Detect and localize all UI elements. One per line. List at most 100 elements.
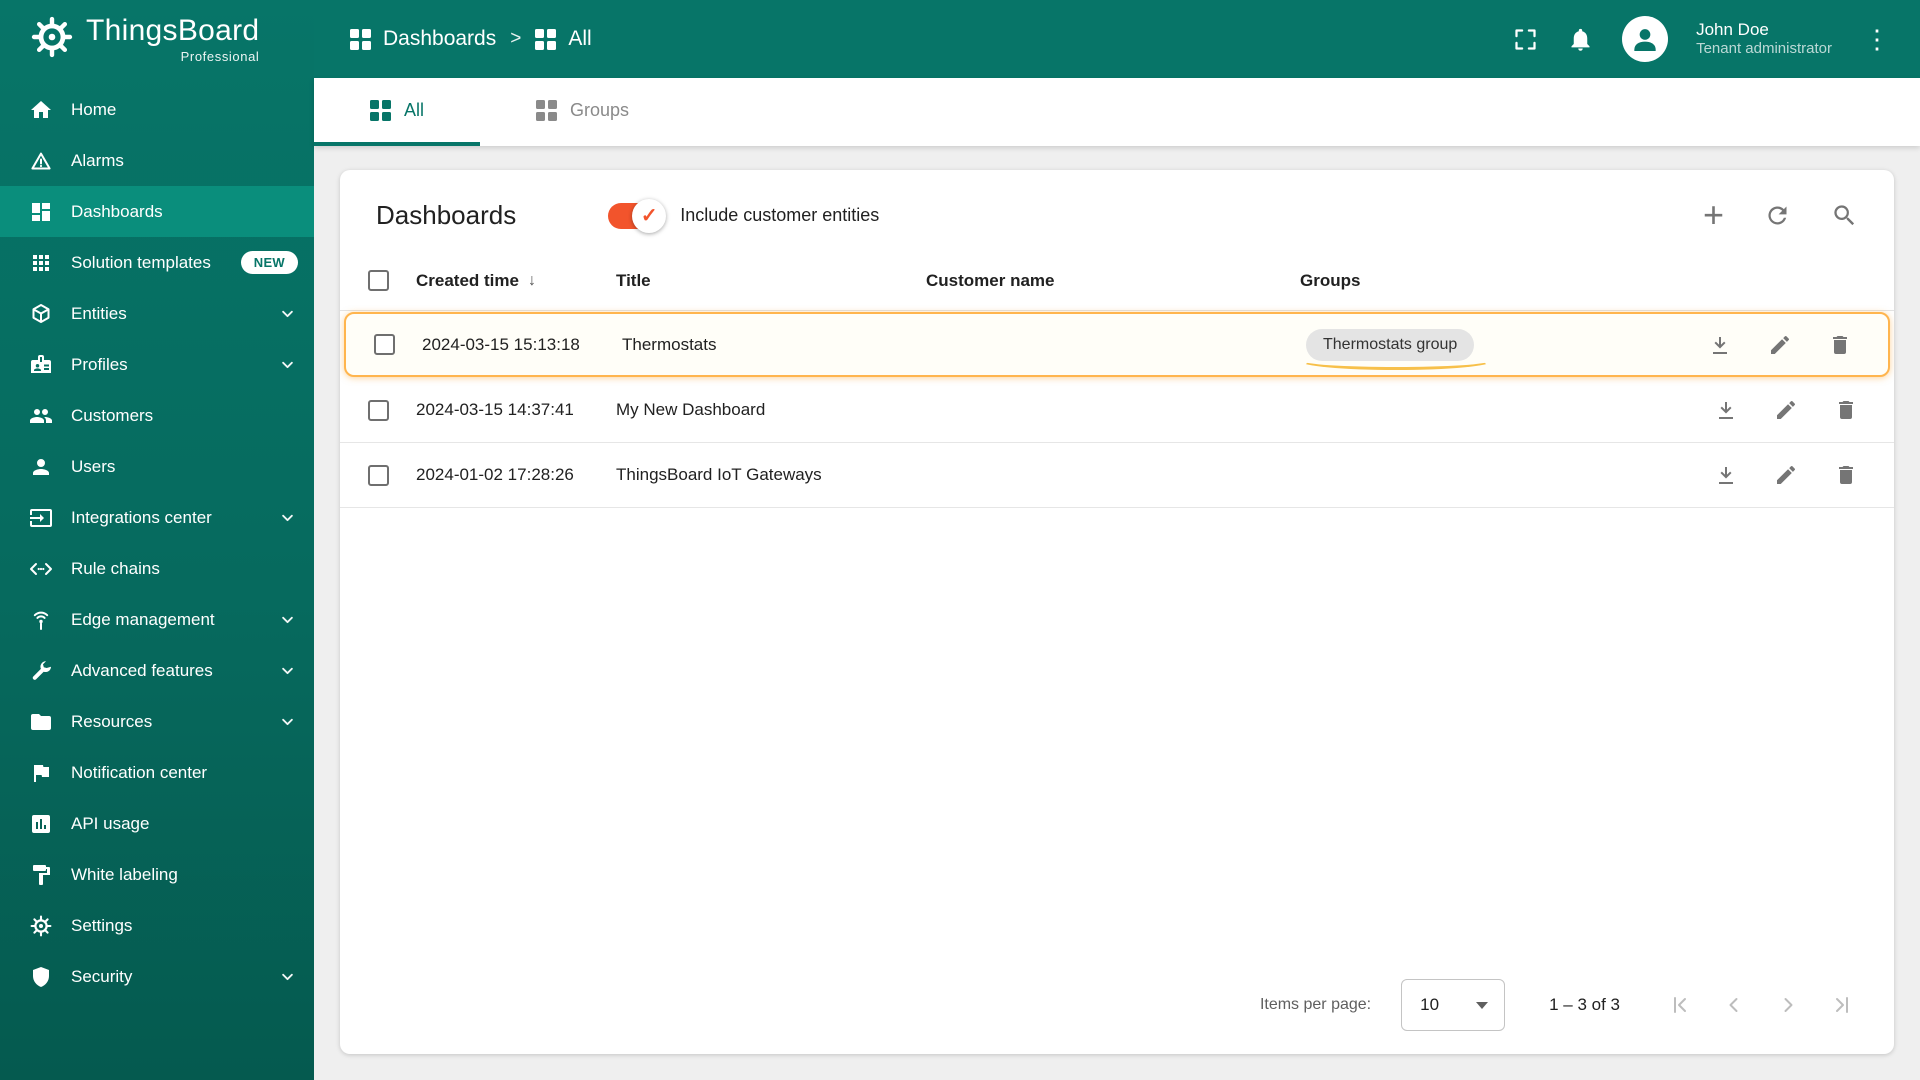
kebab-menu-icon[interactable]: ⋮ [1860, 26, 1894, 52]
items-per-page-value: 10 [1420, 995, 1440, 1014]
sidebar-item-label: Customers [71, 405, 154, 425]
column-header-title[interactable]: Title [616, 271, 926, 291]
chevron-down-icon [277, 354, 298, 375]
group-chip[interactable]: Thermostats group [1299, 328, 1493, 370]
sidebar-item-advanced-features[interactable]: Advanced features [0, 645, 314, 696]
security-icon [28, 965, 54, 989]
notification-center-icon [28, 761, 54, 785]
chevron-down-icon [277, 660, 298, 681]
notifications-bell-button[interactable] [1567, 26, 1594, 53]
sidebar-item-white-labeling[interactable]: White labeling [0, 849, 314, 900]
fullscreen-button[interactable] [1512, 26, 1539, 53]
home-icon [28, 98, 54, 122]
download-button[interactable] [1708, 333, 1732, 357]
sidebar-item-customers[interactable]: Customers [0, 390, 314, 441]
table-row[interactable]: 2024-03-15 15:13:18 Thermostats Thermost… [344, 312, 1890, 377]
breadcrumb-dashboards[interactable]: Dashboards [350, 27, 496, 51]
sidebar-item-profiles[interactable]: Profiles [0, 339, 314, 390]
download-button[interactable] [1714, 463, 1738, 487]
sidebar-item-home[interactable]: Home [0, 84, 314, 135]
sidebar-item-notification-center[interactable]: Notification center [0, 747, 314, 798]
items-per-page-select[interactable]: 10 [1401, 979, 1506, 1031]
sidebar-item-entities[interactable]: Entities [0, 288, 314, 339]
sidebar-item-settings[interactable]: Settings [0, 900, 314, 951]
sidebar-item-label: Resources [71, 711, 153, 731]
sidebar-item-label: Home [71, 99, 117, 119]
app-edition: Professional [180, 49, 260, 64]
sidebar-item-security[interactable]: Security [0, 951, 314, 1002]
entities-icon [28, 302, 54, 326]
first-page-button[interactable] [1668, 993, 1692, 1017]
integrations-icon [28, 506, 54, 530]
tab-label: Groups [570, 99, 630, 120]
sidebar-item-label: Dashboards [71, 201, 163, 221]
sidebar-item-resources[interactable]: Resources [0, 696, 314, 747]
delete-button[interactable] [1828, 333, 1852, 357]
sidebar-item-users[interactable]: Users [0, 441, 314, 492]
row-checkbox[interactable] [368, 399, 389, 421]
tab-all[interactable]: All [314, 78, 481, 146]
chevron-down-icon [277, 507, 298, 528]
edit-button[interactable] [1768, 333, 1792, 357]
sidebar-item-label: Rule chains [71, 558, 160, 578]
page-title: Dashboards [376, 200, 517, 230]
pagination-controls [1668, 993, 1854, 1017]
tab-groups[interactable]: Groups [480, 78, 685, 146]
toggle-label: Include customer entities [680, 205, 880, 225]
breadcrumb-label: All [568, 27, 592, 50]
pagination-range: 1 – 3 of 3 [1549, 995, 1620, 1014]
groups-grid-icon [536, 99, 558, 121]
table-footer: Items per page: 10 1 – 3 of 3 [340, 956, 1894, 1054]
sidebar-item-label: Notification center [71, 762, 208, 782]
refresh-button[interactable] [1764, 202, 1791, 229]
delete-button[interactable] [1834, 463, 1858, 487]
column-header-groups[interactable]: Groups [1300, 271, 1684, 291]
row-checkbox[interactable] [374, 334, 395, 355]
sidebar-item-label: Entities [71, 303, 127, 323]
last-page-button[interactable] [1830, 993, 1854, 1017]
table-row[interactable]: 2024-03-15 14:37:41 My New Dashboard [340, 378, 1894, 443]
column-header-created-time[interactable]: Created time ↓ [416, 271, 616, 291]
app-logo[interactable]: ThingsBoard Professional [0, 0, 314, 78]
sort-desc-icon: ↓ [527, 271, 536, 289]
sidebar-item-integrations-center[interactable]: Integrations center [0, 492, 314, 543]
select-all-checkbox[interactable] [368, 270, 389, 291]
sidebar-item-solution-templates[interactable]: Solution templates NEW [0, 237, 314, 288]
sidebar-nav: Home Alarms Dashboards Solution template… [0, 78, 314, 1080]
edit-button[interactable] [1774, 463, 1798, 487]
search-button[interactable] [1831, 202, 1858, 229]
solution-templates-icon [28, 251, 54, 275]
sidebar: ThingsBoard Professional Home Alarms Das… [0, 0, 314, 1080]
main-column: Dashboards > All John Doe Tenant adminis… [314, 0, 1920, 1080]
edit-button[interactable] [1774, 398, 1798, 422]
sidebar-item-edge-management[interactable]: Edge management [0, 594, 314, 645]
sidebar-item-rule-chains[interactable]: Rule chains [0, 543, 314, 594]
breadcrumb-all[interactable]: All [535, 27, 592, 51]
dashboards-card: Dashboards ✓ Include customer entities +… [340, 170, 1894, 1054]
column-header-customer-name[interactable]: Customer name [926, 271, 1300, 291]
cell-title: My New Dashboard [616, 400, 766, 419]
sidebar-item-alarms[interactable]: Alarms [0, 135, 314, 186]
toggle-track[interactable]: ✓ [608, 198, 667, 233]
cell-created-time: 2024-01-02 17:28:26 [416, 465, 574, 484]
content-area: Dashboards ✓ Include customer entities +… [314, 146, 1920, 1080]
add-button[interactable]: + [1703, 197, 1724, 233]
delete-button[interactable] [1834, 398, 1858, 422]
dashboards-grid-icon [350, 28, 371, 50]
user-avatar[interactable] [1622, 16, 1669, 62]
download-button[interactable] [1714, 398, 1738, 422]
resources-icon [28, 710, 54, 734]
dashboards-icon [28, 200, 54, 224]
select-caret-icon [1476, 1001, 1489, 1009]
previous-page-button[interactable] [1722, 993, 1746, 1017]
row-checkbox[interactable] [368, 464, 389, 486]
sidebar-item-label: Profiles [71, 354, 128, 374]
next-page-button[interactable] [1776, 993, 1800, 1017]
sidebar-item-api-usage[interactable]: API usage [0, 798, 314, 849]
sidebar-item-label: Advanced features [71, 660, 213, 680]
user-role: Tenant administrator [1696, 40, 1832, 58]
top-bar: Dashboards > All John Doe Tenant adminis… [314, 0, 1920, 78]
include-customer-entities-toggle[interactable]: ✓ Include customer entities [608, 198, 880, 233]
sidebar-item-dashboards[interactable]: Dashboards [0, 186, 314, 237]
table-row[interactable]: 2024-01-02 17:28:26 ThingsBoard IoT Gate… [340, 443, 1894, 508]
